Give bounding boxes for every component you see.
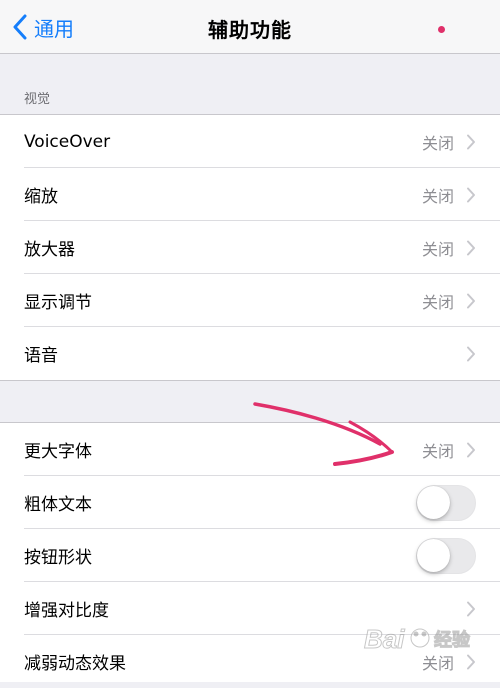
chevron-right-icon	[467, 346, 475, 361]
row-label: 显示调节	[24, 293, 92, 313]
navigation-bar: 通用 辅助功能	[0, 0, 500, 54]
row-larger-text[interactable]: 更大字体 关闭	[0, 423, 500, 476]
row-label: 更大字体	[24, 442, 92, 462]
row-value: 关闭	[421, 133, 454, 153]
row-speech[interactable]: 语音	[0, 327, 500, 380]
row-bold-text: 粗体文本	[0, 476, 500, 529]
bold-text-toggle[interactable]	[416, 484, 476, 521]
row-label: 语音	[24, 346, 58, 366]
settings-group-text: 更大字体 关闭 粗体文本 按钮形状 增强对比度 减弱动态效果 关闭	[0, 422, 500, 682]
chevron-right-icon	[467, 187, 475, 202]
row-value: 关闭	[421, 441, 454, 461]
chevron-right-icon	[467, 601, 475, 616]
row-value: 关闭	[421, 186, 454, 206]
toggle-knob	[417, 538, 450, 572]
row-reduce-motion[interactable]: 减弱动态效果 关闭	[0, 635, 500, 688]
chevron-right-icon	[467, 134, 475, 149]
annotation-dot	[438, 26, 445, 33]
chevron-right-icon	[467, 293, 475, 308]
row-increase-contrast[interactable]: 增强对比度	[0, 582, 500, 635]
row-value: 关闭	[421, 653, 454, 673]
row-label: 增强对比度	[24, 601, 109, 621]
row-label: 放大器	[24, 240, 75, 260]
row-label: 减弱动态效果	[24, 654, 126, 674]
row-label: VoiceOver	[24, 131, 111, 152]
toggle-knob	[417, 485, 450, 519]
row-voiceover[interactable]: VoiceOver 关闭	[0, 115, 500, 168]
section-header-vision: 视觉	[24, 92, 51, 107]
row-value: 关闭	[421, 239, 454, 259]
row-button-shapes: 按钮形状	[0, 529, 500, 582]
row-magnifier[interactable]: 放大器 关闭	[0, 221, 500, 274]
row-label: 缩放	[24, 187, 58, 207]
row-value: 关闭	[421, 292, 454, 312]
row-label: 粗体文本	[24, 495, 92, 515]
row-display-accommodations[interactable]: 显示调节 关闭	[0, 274, 500, 327]
row-zoom[interactable]: 缩放 关闭	[0, 168, 500, 221]
settings-group-vision: VoiceOver 关闭 缩放 关闭 放大器 关闭 显示调节 关闭 语音	[0, 114, 500, 381]
chevron-right-icon	[467, 442, 475, 457]
chevron-right-icon	[467, 654, 475, 669]
row-label: 按钮形状	[24, 548, 92, 568]
chevron-right-icon	[467, 240, 475, 255]
page-title: 辅助功能	[208, 18, 292, 42]
button-shapes-toggle[interactable]	[416, 537, 476, 574]
